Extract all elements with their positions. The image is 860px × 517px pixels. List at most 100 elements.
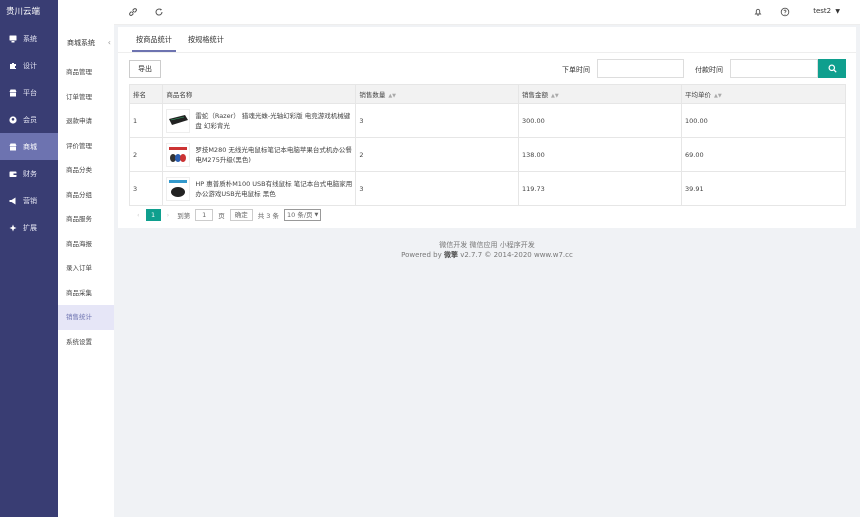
col-label: 销售金额 (521, 91, 548, 99)
cell-avg: 39.91 (680, 171, 847, 206)
sidebar-item-label: 商城 (23, 142, 37, 151)
sales-table: 排名 商品名称 销售数量 ▲▼ 销售金额 ▲▼ 平均单价 ▲▼ 1 雷蛇（Razer）… (128, 84, 847, 206)
submenu-item[interactable]: 录入订单 (58, 256, 114, 281)
submenu-item[interactable]: 退款申请 (58, 109, 114, 134)
table-header-row: 排名 商品名称 销售数量 ▲▼ 销售金额 ▲▼ 平均单价 ▲▼ (128, 84, 847, 104)
bell-icon[interactable] (753, 7, 764, 18)
goto-confirm-button[interactable]: 确定 (229, 209, 253, 221)
submenu-item[interactable]: 商品管理 (58, 60, 114, 85)
mouse-thumbnail (166, 176, 191, 201)
sub-menu-header: 商城系统 ‹ (58, 0, 114, 60)
user-menu[interactable]: test2 ▼ (813, 7, 840, 15)
col-avg-price[interactable]: 平均单价 ▲▼ (680, 84, 847, 104)
sidebar-item-label: 营销 (23, 196, 37, 205)
page-size-value: 10 条/页 (287, 211, 313, 219)
prev-page-button[interactable]: ‹ (137, 211, 140, 219)
product-name[interactable]: 雷蛇（Razer） 猎魂光蛛-光轴幻彩版 电竞游戏机械键盘 幻彩背光 (195, 111, 355, 131)
submenu-item[interactable]: 系统设置 (58, 330, 114, 355)
sidebar-item-label: 系统 (23, 34, 37, 43)
table-row: 1 雷蛇（Razer） 猎魂光蛛-光轴幻彩版 电竞游戏机械键盘 幻彩背光 3 3… (128, 103, 847, 138)
page-unit: 页 (218, 212, 225, 220)
next-page-button[interactable]: › (167, 211, 170, 219)
col-sales-amount[interactable]: 销售金额 ▲▼ (517, 84, 682, 104)
search-button[interactable] (818, 59, 846, 78)
version-text: v2.7.7 © 2014-2020 www.w7.cc (460, 251, 573, 259)
col-product-name: 商品名称 (162, 84, 357, 104)
cell-rank: 3 (128, 171, 164, 206)
order-time-input[interactable] (597, 59, 684, 78)
sidebar-item-system[interactable]: 系统 (0, 25, 58, 52)
pay-time-input[interactable] (730, 59, 818, 78)
mouse-thumbnail (166, 142, 191, 167)
link-icon[interactable] (128, 7, 139, 18)
top-bar: test2 ▼ (58, 0, 860, 25)
cell-amount: 119.73 (517, 171, 682, 206)
main-card: 按商品统计 按规格统计 导出 下单时间 付款时间 排名 商品名称 销售数量 ▲▼ … (118, 27, 856, 228)
col-label: 销售数量 (359, 91, 386, 99)
sidebar-item-marketing[interactable]: 营销 (0, 187, 58, 214)
cell-avg: 100.00 (680, 103, 847, 138)
sidebar-item-extension[interactable]: 扩展 (0, 214, 58, 241)
cell-qty: 2 (355, 137, 519, 172)
current-page[interactable]: 1 (145, 209, 161, 221)
total-count: 共 3 条 (257, 212, 279, 220)
export-button[interactable]: 导出 (129, 60, 161, 78)
sidebar-item-label: 设计 (23, 61, 37, 70)
search-icon (827, 64, 837, 73)
submenu-item[interactable]: 商品服务 (58, 207, 114, 232)
sidebar-item-label: 会员 (23, 115, 37, 124)
sub-menu: 商城系统 ‹ 商品管理 订单管理 退款申请 评价管理 商品分类 商品分组 商品服… (58, 0, 114, 517)
submenu-item[interactable]: 评价管理 (58, 134, 114, 159)
table-row: 2 罗技M280 无线光电鼠标笔记本电脑苹果台式机办公餐电M275升级(黑色) … (128, 137, 847, 172)
pagination: ‹ 1 › 到第 1 页 确定 共 3 条 10 条/页 ▼ (129, 207, 322, 223)
cell-avg: 69.00 (680, 137, 847, 172)
submenu-item-active[interactable]: 销售统计 (58, 305, 114, 330)
submenu-item[interactable]: 商品采集 (58, 281, 114, 306)
collapse-chevron-icon[interactable]: ‹ (108, 38, 111, 47)
brand-name: 微擎 (443, 251, 458, 259)
sidebar-item-finance[interactable]: 财务 (0, 160, 58, 187)
goto-label: 到第 (177, 212, 191, 220)
cell-rank: 2 (128, 137, 164, 172)
sidebar-item-member[interactable]: 会员 (0, 106, 58, 133)
store-icon (9, 89, 17, 97)
cell-amount: 138.00 (517, 137, 682, 172)
sidebar-item-design[interactable]: 设计 (0, 52, 58, 79)
pay-time-label: 付款时间 (695, 66, 723, 74)
sidebar-item-platform[interactable]: 平台 (0, 79, 58, 106)
submenu-item[interactable]: 商品海报 (58, 232, 114, 257)
refresh-icon[interactable] (154, 7, 165, 18)
user-icon (9, 115, 17, 124)
stat-tabs: 按商品统计 按规格统计 (118, 27, 856, 53)
main-sidebar: 贵川云端 系统 设计 平台 会员 商城 财务 营销 扩展 (0, 0, 58, 517)
username: test2 (813, 7, 832, 15)
sort-icon[interactable]: ▲▼ (714, 93, 722, 99)
page-size-select[interactable]: 10 条/页 ▼ (284, 209, 322, 221)
cell-rank: 1 (128, 103, 164, 138)
product-name[interactable]: 罗技M280 无线光电鼠标笔记本电脑苹果台式机办公餐电M275升级(黑色) (195, 145, 355, 165)
tab-by-product[interactable]: 按商品统计 (132, 27, 176, 52)
powered-prefix: Powered by (401, 251, 442, 259)
sort-icon[interactable]: ▲▼ (388, 93, 396, 99)
col-sales-qty[interactable]: 销售数量 ▲▼ (355, 84, 519, 104)
tab-by-spec[interactable]: 按规格统计 (184, 27, 228, 52)
sidebar-item-mall[interactable]: 商城 (0, 133, 58, 160)
shop-icon (9, 143, 17, 151)
footer-links[interactable]: 微信开发 微信应用 小程序开发 (114, 240, 860, 250)
product-name[interactable]: HP 惠普质朴M100 USB有线鼠标 笔记本台式电脑家用办公游戏USB光电鼠标… (195, 179, 355, 199)
cell-amount: 300.00 (517, 103, 682, 138)
col-rank: 排名 (128, 84, 164, 104)
submenu-item[interactable]: 订单管理 (58, 85, 114, 110)
submenu-item[interactable]: 商品分组 (58, 183, 114, 208)
chevron-down-icon: ▼ (314, 212, 319, 218)
order-time-label: 下单时间 (562, 66, 590, 74)
goto-page-input[interactable]: 1 (195, 209, 214, 221)
sidebar-item-label: 平台 (23, 88, 37, 97)
sort-icon[interactable]: ▲▼ (551, 93, 559, 99)
cell-product: HP 惠普质朴M100 USB有线鼠标 笔记本台式电脑家用办公游戏USB光电鼠标… (162, 171, 357, 206)
sidebar-item-label: 扩展 (23, 223, 37, 232)
submenu-item[interactable]: 商品分类 (58, 158, 114, 183)
cell-qty: 3 (355, 103, 519, 138)
help-icon[interactable] (780, 7, 791, 18)
cell-product: 雷蛇（Razer） 猎魂光蛛-光轴幻彩版 电竞游戏机械键盘 幻彩背光 (162, 103, 357, 138)
